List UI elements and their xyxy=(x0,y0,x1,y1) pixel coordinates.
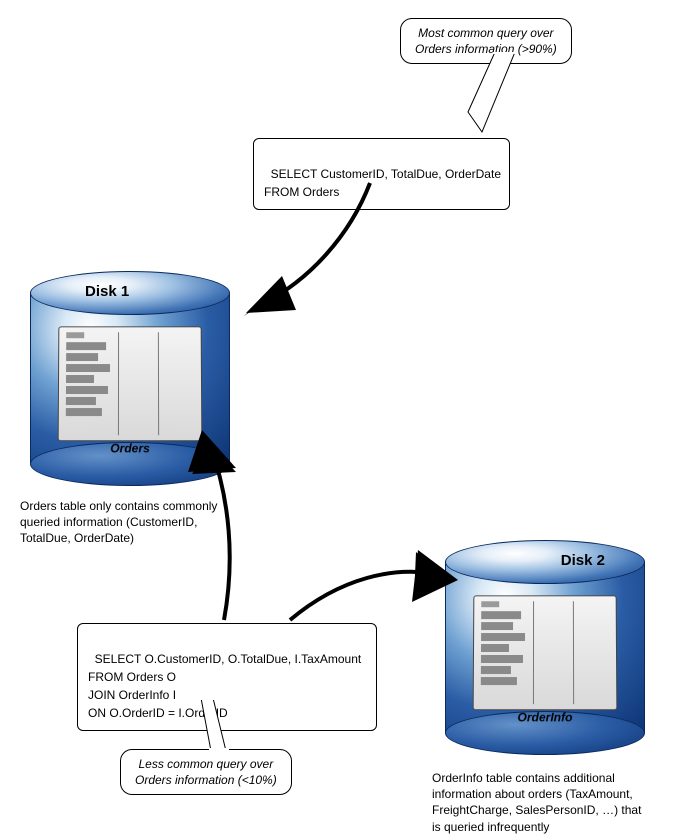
callout-top-tail xyxy=(460,52,540,142)
query-box-2: SELECT O.CustomerID, O.TotalDue, I.TaxAm… xyxy=(77,623,377,731)
query-box-1: SELECT CustomerID, TotalDue, OrderDateFR… xyxy=(253,138,510,210)
callout-top-text: Most common query overOrders information… xyxy=(415,26,557,56)
callout-bottom: Less common query overOrders information… xyxy=(120,749,292,795)
query-2-text: SELECT O.CustomerID, O.TotalDue, I.TaxAm… xyxy=(88,652,361,720)
disk-1-table-name: Orders xyxy=(58,441,203,455)
disk-2: Disk 2 OrderInfo xyxy=(445,540,645,755)
disk-2-label: Disk 2 xyxy=(445,552,645,569)
callout-top: Most common query overOrders information… xyxy=(400,18,572,64)
disk-1: Disk 1 Orders xyxy=(30,271,230,486)
query-1-text: SELECT CustomerID, TotalDue, OrderDateFR… xyxy=(264,167,501,199)
disk-2-table-graphic: OrderInfo xyxy=(473,595,618,710)
disk-1-table-graphic: Orders xyxy=(58,326,203,441)
callout-bottom-text: Less common query overOrders information… xyxy=(135,757,277,787)
caption-disk-2: OrderInfo table contains additionalinfor… xyxy=(432,770,681,835)
disk-1-label: Disk 1 xyxy=(30,283,230,300)
disk-2-table-name: OrderInfo xyxy=(473,710,618,724)
caption-disk-1: Orders table only contains commonlyqueri… xyxy=(20,498,270,547)
